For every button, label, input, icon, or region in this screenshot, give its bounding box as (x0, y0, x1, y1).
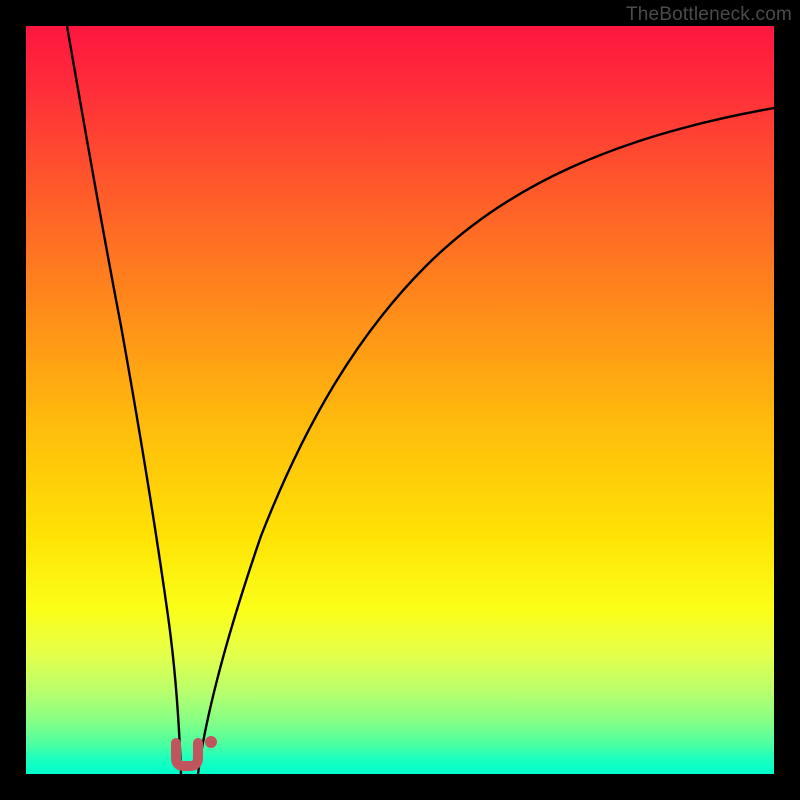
right-curve (198, 108, 774, 774)
left-curve (67, 26, 181, 774)
chart-plot-area (26, 26, 774, 774)
dot-marker-icon (205, 736, 217, 748)
chart-curves (26, 26, 774, 774)
watermark-label: TheBottleneck.com (626, 4, 792, 26)
u-marker-icon (176, 743, 198, 766)
chart-frame: TheBottleneck.com (0, 0, 800, 800)
